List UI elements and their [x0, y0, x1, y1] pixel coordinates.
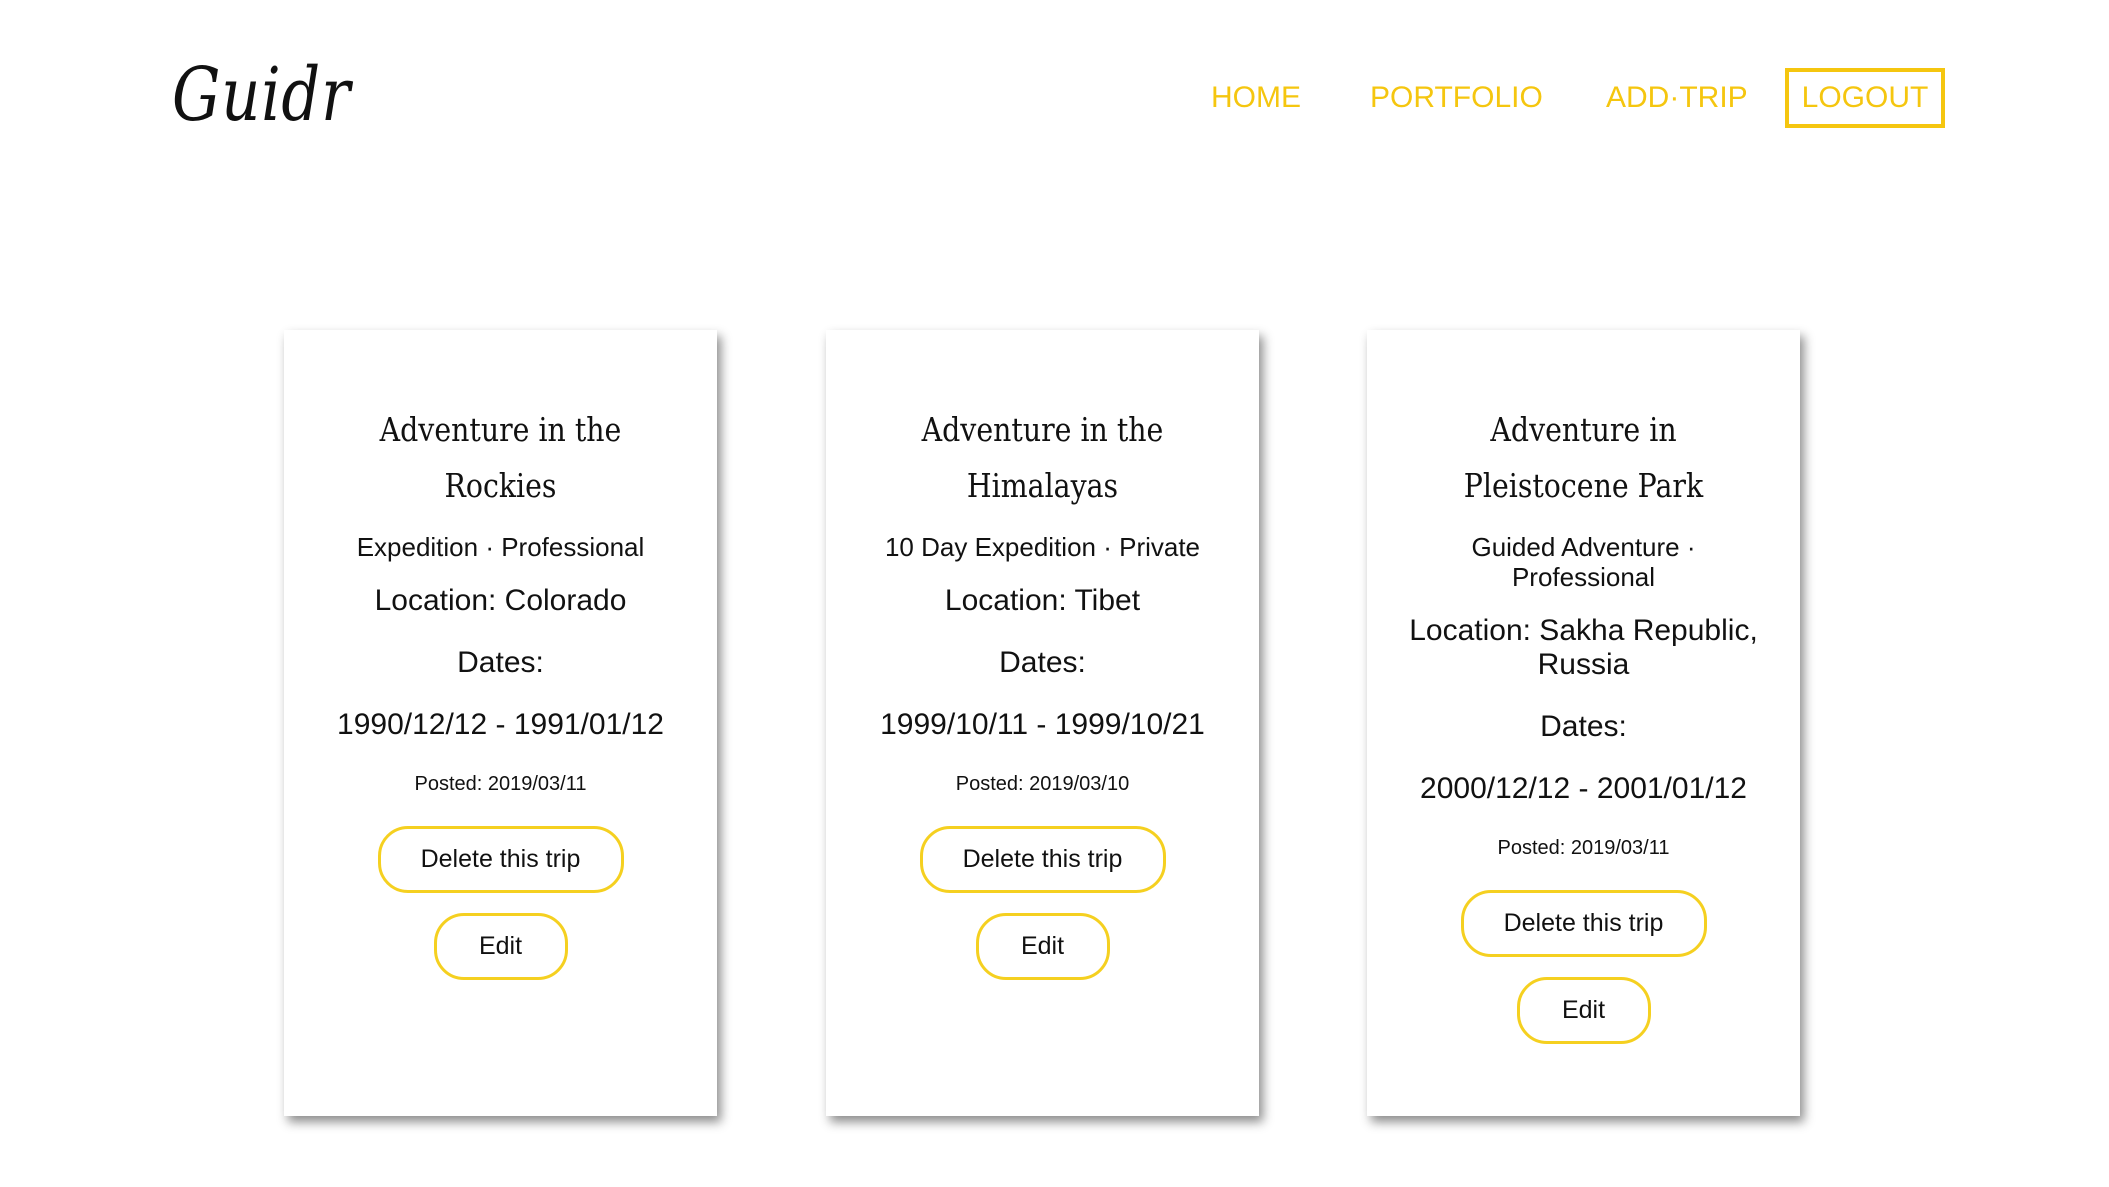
trip-dates: 2000/12/12 - 2001/01/12 — [1420, 772, 1747, 805]
trip-dates-label: Dates: — [999, 646, 1086, 679]
edit-trip-button[interactable]: Edit — [1516, 977, 1651, 1044]
trip-card: Adventure in the Rockies Expedition · Pr… — [284, 330, 717, 1116]
trip-posted-date: Posted: 2019/03/11 — [1497, 837, 1670, 859]
trip-type: Expedition · Professional — [356, 532, 645, 562]
delete-trip-button[interactable]: Delete this trip — [919, 826, 1166, 893]
logo[interactable]: Guidr — [172, 52, 351, 138]
trip-dates: 1999/10/11 - 1999/10/21 — [880, 708, 1205, 741]
trip-posted-date: Posted: 2019/03/10 — [955, 773, 1130, 795]
trip-dates-label: Dates: — [1540, 710, 1627, 743]
trip-type: 10 Day Expedition · Private — [884, 532, 1201, 562]
nav-add-trip-link[interactable]: ADD·TRIP — [1606, 68, 1748, 128]
edit-trip-button[interactable]: Edit — [975, 913, 1110, 980]
trip-location: Location: Sakha Republic, Russia — [1409, 614, 1758, 681]
nav-home-link[interactable]: HOME — [1211, 68, 1301, 128]
main-nav: HOME PORTFOLIO ADD·TRIP LOGOUT — [1180, 68, 1955, 128]
trip-dates-label: Dates: — [457, 646, 544, 679]
trip-location: Location: Colorado — [374, 584, 627, 617]
nav-portfolio-link[interactable]: PORTFOLIO — [1370, 68, 1543, 128]
edit-trip-button[interactable]: Edit — [433, 913, 568, 980]
nav-logout-button[interactable]: LOGOUT — [1785, 68, 1945, 128]
trip-title: Adventure in the Rockies — [379, 410, 622, 505]
trip-card: Adventure in Pleistocene Park Guided Adv… — [1367, 330, 1800, 1116]
delete-trip-button[interactable]: Delete this trip — [1460, 890, 1707, 957]
trip-location: Location: Tibet — [944, 584, 1141, 617]
delete-trip-button[interactable]: Delete this trip — [377, 826, 624, 893]
trip-type: Guided Adventure · Professional — [1471, 532, 1696, 592]
trip-card: Adventure in the Himalayas 10 Day Expedi… — [826, 330, 1259, 1116]
trip-posted-date: Posted: 2019/03/11 — [414, 773, 587, 795]
trip-dates: 1990/12/12 - 1991/01/12 — [337, 708, 664, 741]
trip-title: Adventure in the Himalayas — [921, 410, 1164, 505]
trip-title: Adventure in Pleistocene Park — [1463, 410, 1704, 505]
